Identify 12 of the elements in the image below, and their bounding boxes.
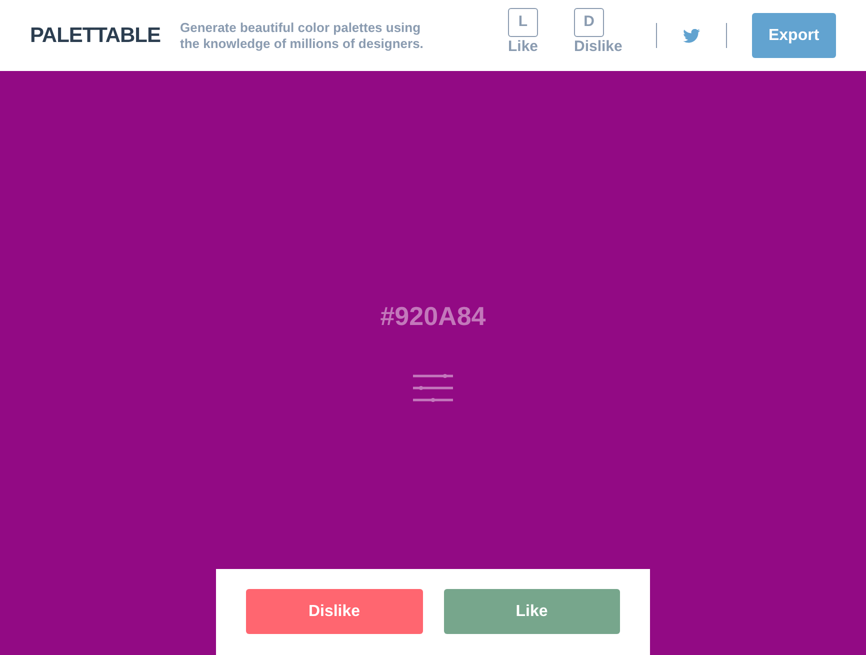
shortcut-label: Dislike bbox=[574, 38, 622, 56]
tagline-text: Generate beautiful color palettes using the knowledge of millions of designers. bbox=[180, 20, 424, 52]
key-hint: D bbox=[574, 8, 604, 37]
key-hint: L bbox=[508, 8, 538, 37]
shortcut-label: Like bbox=[508, 38, 538, 56]
hex-code[interactable]: #920A84 bbox=[380, 299, 486, 333]
logo-text[interactable]: PALETTABLE bbox=[30, 24, 160, 47]
export-button[interactable]: Export bbox=[752, 13, 836, 58]
like-button[interactable]: Like bbox=[444, 589, 620, 634]
sliders-icon[interactable] bbox=[413, 372, 453, 403]
bird-icon[interactable] bbox=[682, 28, 700, 42]
dislike-button[interactable]: Dislike bbox=[246, 589, 422, 634]
